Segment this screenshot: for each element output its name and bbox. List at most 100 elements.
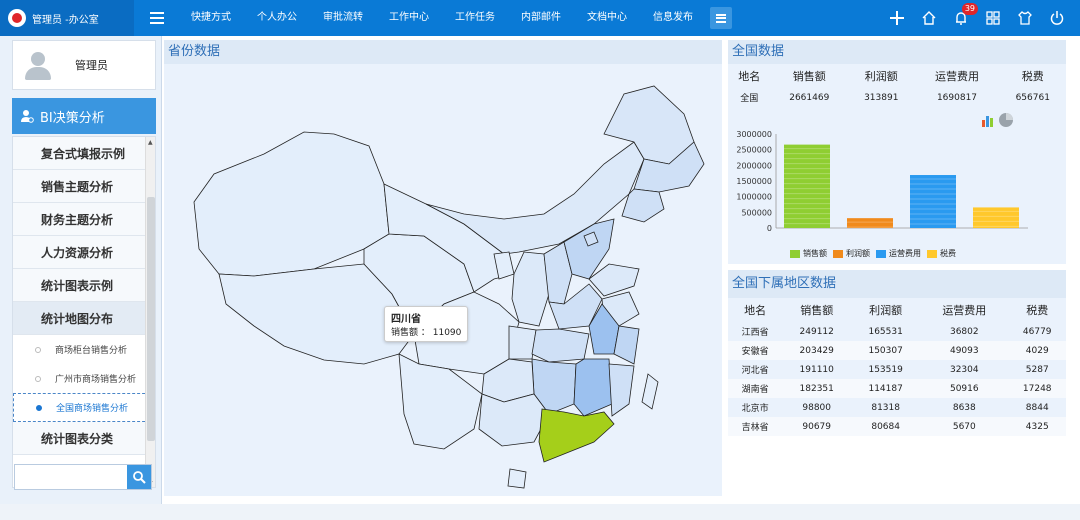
region-heilongjiang	[603, 85, 695, 165]
submenu-label: 广州市商场销售分析	[55, 375, 137, 385]
bar-0	[784, 144, 830, 228]
national-table: 地名 销售额 利润额 运营费用 税费 全国 2661469 313891 169…	[728, 64, 1066, 107]
table-cell: 656761	[1015, 92, 1050, 103]
region-xinjiang	[193, 131, 390, 277]
table-cell: 吉林省	[728, 417, 783, 436]
bar-2	[910, 175, 956, 228]
nav-personal-office[interactable]: 个人办公	[244, 0, 310, 36]
region-taiwan	[641, 373, 659, 410]
table-row: 全国 2661469 313891 1690817 656761	[728, 88, 1066, 107]
legend-item[interactable]: 税费	[927, 248, 956, 259]
national-bar-chart: 3000000 2500000 2000000 1500000 1000000 50000…	[736, 130, 1028, 233]
menu-chart-examples[interactable]: 统计图表示例	[13, 269, 155, 302]
table-row[interactable]: 江西省 249112 165531 36802 46779	[728, 322, 1066, 341]
table-cell: 全国	[740, 94, 759, 104]
table-cell: 江西省	[741, 328, 769, 338]
menu-scrollbar[interactable]: ▲ ▼	[145, 137, 155, 487]
nav-info-publish[interactable]: 信息发布	[640, 0, 706, 36]
user-profile[interactable]: 管理员	[12, 40, 156, 90]
submenu-guangzhou-sales[interactable]: 广州市商场销售分析	[13, 364, 155, 393]
nav-approval-flow[interactable]: 审批流转	[310, 0, 376, 36]
scroll-thumb[interactable]	[147, 197, 155, 441]
chart-legend: 销售额 利润额 运营费用 税费	[790, 248, 956, 259]
menu-map-distribution[interactable]: 统计地图分布	[13, 302, 155, 335]
menu-hr-analysis[interactable]: 人力资源分析	[13, 236, 155, 269]
nav-more-button[interactable]	[710, 7, 732, 29]
table-cell: 8844	[1025, 402, 1049, 413]
bi-menu-list: 复合式填报示例 销售主题分析 财务主题分析 人力资源分析 统计图表示例 统计地图…	[12, 136, 156, 488]
table-cell: 4325	[1008, 417, 1066, 436]
region-zhejiang	[613, 325, 640, 365]
table-row[interactable]: 吉林省 90679 80684 5670 4325	[728, 417, 1066, 436]
bi-section-header[interactable]: BI决策分析	[12, 98, 156, 134]
header-actions: 39	[888, 0, 1066, 36]
legend-swatch	[833, 249, 843, 258]
col-header: 运营费用	[942, 304, 987, 317]
bar-chart-icon[interactable]	[980, 112, 996, 128]
table-cell: 153519	[868, 364, 903, 375]
china-map[interactable]	[164, 64, 722, 496]
submenu-counter-sales[interactable]: 商场柜台销售分析	[13, 335, 155, 364]
pie-chart-icon[interactable]	[998, 112, 1014, 128]
legend-swatch	[876, 249, 886, 258]
col-header: 地名	[738, 70, 761, 83]
table-cell: 50916	[920, 379, 1009, 398]
user-name: 管理员	[75, 59, 108, 72]
menu-toggle-button[interactable]	[142, 0, 172, 36]
hamburger-icon	[150, 12, 164, 24]
table-cell: 191110	[799, 364, 834, 375]
table-row[interactable]: 安徽省 203429 150307 49093 4029	[728, 341, 1066, 360]
tooltip-label: 销售额 ：	[391, 328, 430, 338]
menu-sales-analysis[interactable]: 销售主题分析	[13, 170, 155, 203]
nav-shortcuts[interactable]: 快捷方式	[178, 0, 244, 36]
home-icon[interactable]	[920, 9, 938, 27]
legend-item[interactable]: 运营费用	[876, 248, 921, 259]
bell-icon[interactable]: 39	[952, 3, 978, 27]
y-tick-label: 2000000	[736, 161, 772, 170]
submenu-national-sales[interactable]: 全国商场销售分析	[13, 393, 155, 422]
bar-3	[973, 207, 1019, 228]
submenu-label: 全国商场销售分析	[56, 404, 129, 414]
search-button[interactable]	[127, 465, 151, 489]
grid-icon[interactable]	[984, 9, 1002, 27]
nav-work-tasks[interactable]: 工作任务	[442, 0, 508, 36]
legend-label: 运营费用	[889, 249, 921, 258]
y-tick-label: 1500000	[736, 177, 772, 186]
table-cell: 81318	[871, 402, 900, 413]
bar-1	[847, 218, 893, 228]
search-input[interactable]	[15, 465, 127, 489]
national-panel: 全国数据 地名 销售额 利润额 运营费用 税费 全国 2661469 31389…	[728, 40, 1066, 264]
table-row[interactable]: 河北省 191110 153519 32304 5287	[728, 360, 1066, 379]
col-header: 地名	[744, 304, 767, 317]
y-tick-label: 1000000	[736, 193, 772, 202]
avatar	[23, 50, 53, 80]
menu-composite-fill[interactable]: 复合式填报示例	[13, 137, 155, 170]
y-tick-label: 2500000	[736, 146, 772, 155]
legend-swatch	[790, 249, 800, 258]
menu-finance-analysis[interactable]: 财务主题分析	[13, 203, 155, 236]
table-cell: 182351	[782, 379, 852, 398]
table-cell: 49093	[920, 341, 1009, 360]
legend-item[interactable]: 销售额	[790, 248, 827, 259]
legend-label: 利润额	[846, 249, 870, 258]
power-icon[interactable]	[1048, 9, 1066, 27]
search-icon	[133, 471, 146, 484]
more-menu-icon	[716, 13, 726, 23]
legend-swatch	[927, 249, 937, 258]
nav-work-center[interactable]: 工作中心	[376, 0, 442, 36]
legend-label: 销售额	[803, 249, 827, 258]
y-tick-label: 500000	[741, 208, 772, 217]
regions-panel-title: 全国下属地区数据	[728, 270, 1066, 298]
shirt-icon[interactable]	[1016, 9, 1034, 27]
region-guangdong	[538, 408, 615, 463]
nav-document-center[interactable]: 文档中心	[574, 0, 640, 36]
scroll-up-icon[interactable]: ▲	[148, 139, 153, 146]
table-row[interactable]: 湖南省 182351 114187 50916 17248	[728, 379, 1066, 398]
table-cell: 4029	[1008, 341, 1066, 360]
legend-item[interactable]: 利润额	[833, 248, 870, 259]
table-row[interactable]: 北京市 98800 81318 8638 8844	[728, 398, 1066, 417]
plus-icon[interactable]	[888, 9, 906, 27]
menu-chart-categories[interactable]: 统计图表分类	[13, 422, 155, 455]
table-cell: 5670	[920, 417, 1009, 436]
nav-internal-mail[interactable]: 内部邮件	[508, 0, 574, 36]
